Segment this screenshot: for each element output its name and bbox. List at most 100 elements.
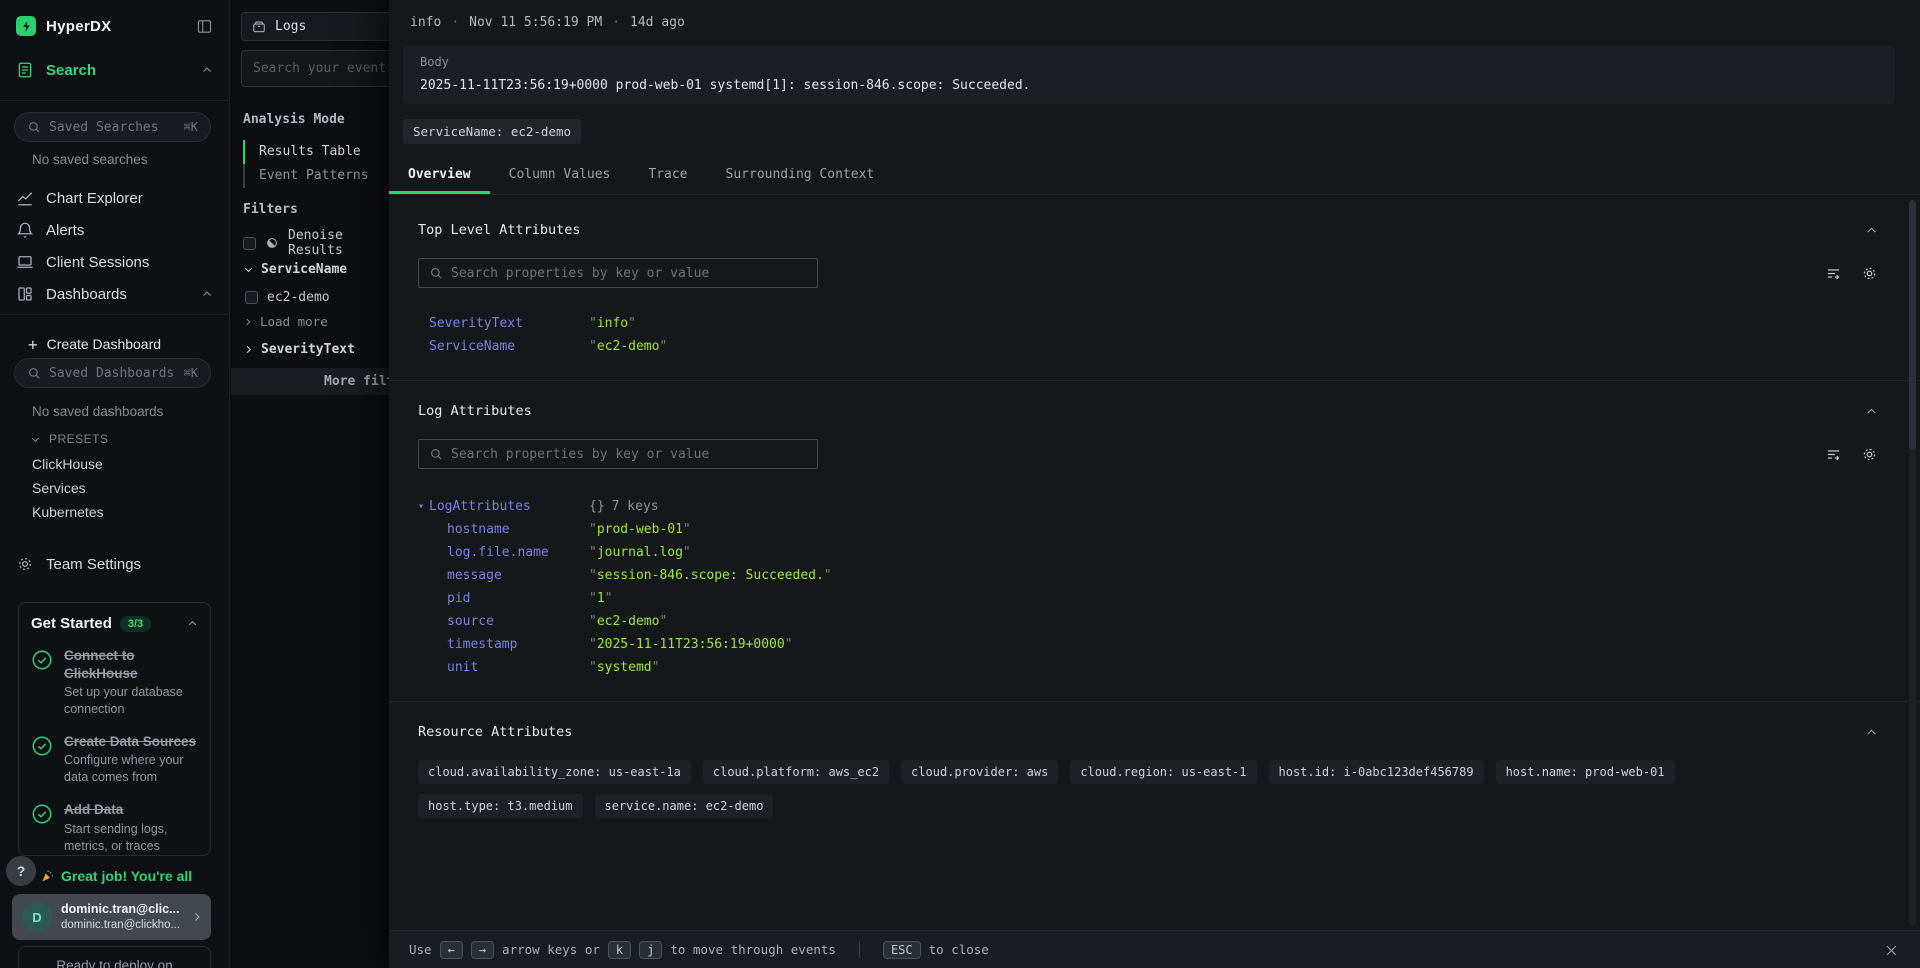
event-timestamp: Nov 11 5:56:19 PM bbox=[469, 15, 602, 30]
tab-column-values[interactable]: Column Values bbox=[490, 158, 630, 194]
attribute-row[interactable]: ServiceName ec2-demo bbox=[418, 335, 1878, 358]
sidebar-item-client-sessions[interactable]: Client Sessions bbox=[0, 248, 229, 276]
resource-chip[interactable]: service.name: ec2-demo bbox=[595, 794, 774, 818]
sidebar-item-chart-explorer[interactable]: Chart Explorer bbox=[0, 184, 229, 212]
attribute-key[interactable]: timestamp bbox=[447, 637, 589, 652]
filter-value-row[interactable]: ec2-demo bbox=[245, 290, 330, 305]
resource-chip[interactable]: cloud.provider: aws bbox=[901, 760, 1058, 784]
attribute-row[interactable]: message session-846.scope: Succeeded. bbox=[418, 564, 1878, 587]
get-started-step[interactable]: Create Data Sources Configure where your… bbox=[31, 733, 198, 786]
property-search[interactable] bbox=[418, 258, 818, 288]
attribute-key[interactable]: ServiceName bbox=[429, 339, 589, 354]
attribute-row[interactable]: hostname prod-web-01 bbox=[418, 518, 1878, 541]
filter-value-label: ec2-demo bbox=[267, 290, 330, 305]
check-circle-icon bbox=[31, 649, 53, 718]
saved-searches-input[interactable]: Saved Searches ⌘K bbox=[14, 112, 211, 142]
collapse-section-icon[interactable] bbox=[1865, 224, 1878, 237]
attribute-row[interactable]: unit systemd bbox=[418, 656, 1878, 679]
help-button[interactable]: ? bbox=[6, 856, 36, 886]
attribute-key[interactable]: LogAttributes bbox=[429, 499, 589, 514]
filter-group-servicename[interactable]: ServiceName bbox=[243, 262, 347, 277]
event-search-input[interactable] bbox=[241, 50, 389, 87]
attribute-key[interactable]: message bbox=[447, 568, 589, 583]
attribute-value[interactable]: info bbox=[589, 316, 636, 331]
create-dashboard-button[interactable]: + Create Dashboard bbox=[0, 330, 229, 358]
attribute-value[interactable]: journal.log bbox=[589, 545, 691, 560]
resource-chip[interactable]: host.name: prod-web-01 bbox=[1496, 760, 1675, 784]
resource-chip[interactable]: host.id: i-0abc123def456789 bbox=[1269, 760, 1484, 784]
attribute-value[interactable]: 1 bbox=[589, 591, 612, 606]
attribute-key[interactable]: source bbox=[447, 614, 589, 629]
chevron-up-icon[interactable] bbox=[201, 64, 213, 76]
search-icon bbox=[429, 447, 443, 461]
preset-clickhouse[interactable]: ClickHouse bbox=[32, 456, 103, 472]
collapse-tree-icon[interactable]: ▾ bbox=[418, 501, 429, 512]
sidebar-item-team-settings[interactable]: Team Settings bbox=[0, 550, 229, 578]
tab-overview[interactable]: Overview bbox=[389, 158, 490, 194]
presets-toggle[interactable]: PRESETS bbox=[30, 432, 109, 446]
close-icon[interactable] bbox=[1880, 939, 1902, 961]
attribute-value[interactable]: ec2-demo bbox=[589, 339, 667, 354]
attribute-row[interactable]: source ec2-demo bbox=[418, 610, 1878, 633]
get-started-step[interactable]: Connect to ClickHouse Set up your databa… bbox=[31, 647, 198, 718]
attribute-key[interactable]: unit bbox=[447, 660, 589, 675]
preset-kubernetes[interactable]: Kubernetes bbox=[32, 504, 104, 520]
resource-chip[interactable]: cloud.platform: aws_ec2 bbox=[703, 760, 889, 784]
get-started-step[interactable]: Add Data Start sending logs, metrics, or… bbox=[31, 801, 198, 854]
collapse-section-icon[interactable] bbox=[1865, 726, 1878, 739]
mode-event-patterns[interactable]: Event Patterns bbox=[243, 164, 369, 188]
attribute-value[interactable]: session-846.scope: Succeeded. bbox=[589, 568, 832, 583]
filter-group-severitytext[interactable]: SeverityText bbox=[243, 342, 355, 357]
line-wrap-icon[interactable] bbox=[1825, 446, 1842, 463]
service-name-tag[interactable]: ServiceName: ec2-demo bbox=[403, 119, 581, 144]
resource-chip[interactable]: cloud.availability_zone: us-east-1a bbox=[418, 760, 691, 784]
attribute-key[interactable]: log.file.name bbox=[447, 545, 589, 560]
filter-value-checkbox[interactable] bbox=[245, 291, 258, 304]
denoise-checkbox[interactable] bbox=[243, 237, 256, 250]
attribute-key[interactable]: hostname bbox=[447, 522, 589, 537]
sidebar-item-label: Team Settings bbox=[46, 556, 141, 573]
user-menu[interactable]: D dominic.tran@clic... dominic.tran@clic… bbox=[12, 894, 211, 940]
saved-dashboards-input[interactable]: Saved Dashboards ⌘K bbox=[14, 358, 211, 388]
tab-surrounding-context[interactable]: Surrounding Context bbox=[707, 158, 894, 194]
chevron-up-icon[interactable] bbox=[187, 618, 198, 629]
mode-results-table[interactable]: Results Table bbox=[243, 140, 361, 164]
sidebar-item-alerts[interactable]: Alerts bbox=[0, 216, 229, 244]
attribute-row[interactable]: SeverityText info bbox=[418, 312, 1878, 335]
sidebar-item-search[interactable]: Search bbox=[0, 56, 229, 84]
attribute-key[interactable]: pid bbox=[447, 591, 589, 606]
resource-chip[interactable]: cloud.region: us-east-1 bbox=[1070, 760, 1256, 784]
attribute-value[interactable]: systemd bbox=[589, 660, 659, 675]
more-filters-button[interactable]: More filters bbox=[231, 368, 389, 395]
tree-root-row[interactable]: ▾ LogAttributes {}7 keys bbox=[418, 495, 1878, 518]
attribute-value[interactable]: ec2-demo bbox=[589, 614, 667, 629]
sidebar-collapse-icon[interactable] bbox=[196, 18, 213, 35]
collapse-section-icon[interactable] bbox=[1865, 405, 1878, 418]
property-search-input[interactable] bbox=[451, 266, 807, 281]
settings-gear-icon[interactable] bbox=[1861, 446, 1878, 463]
attribute-row[interactable]: log.file.name journal.log bbox=[418, 541, 1878, 564]
scrollbar-thumb[interactable] bbox=[1909, 200, 1916, 450]
chevron-up-icon[interactable] bbox=[201, 288, 213, 300]
property-search[interactable] bbox=[418, 439, 818, 469]
bell-icon bbox=[16, 221, 34, 239]
attribute-value[interactable]: 2025-11-11T23:56:19+0000 bbox=[589, 637, 793, 652]
resource-chip[interactable]: host.type: t3.medium bbox=[418, 794, 583, 818]
source-selector-button[interactable]: Logs bbox=[241, 12, 389, 41]
sidebar-item-label: Client Sessions bbox=[46, 254, 149, 271]
deploy-banner[interactable]: Ready to deploy on bbox=[18, 946, 211, 968]
settings-gear-icon[interactable] bbox=[1861, 265, 1878, 282]
attribute-row[interactable]: timestamp 2025-11-11T23:56:19+0000 bbox=[418, 633, 1878, 656]
line-wrap-icon[interactable] bbox=[1825, 265, 1842, 282]
load-more-button[interactable]: Load more bbox=[243, 314, 328, 329]
step-description: Set up your database connection bbox=[64, 684, 198, 718]
attribute-key[interactable]: SeverityText bbox=[429, 316, 589, 331]
sidebar-item-dashboards[interactable]: Dashboards bbox=[0, 280, 229, 308]
attribute-value[interactable]: prod-web-01 bbox=[589, 522, 691, 537]
hint-text: arrow keys or bbox=[502, 942, 600, 957]
tab-trace[interactable]: Trace bbox=[629, 158, 706, 194]
property-search-input[interactable] bbox=[451, 447, 807, 462]
denoise-filter-row[interactable]: Denoise Results bbox=[243, 228, 389, 258]
attribute-row[interactable]: pid 1 bbox=[418, 587, 1878, 610]
preset-services[interactable]: Services bbox=[32, 480, 86, 496]
